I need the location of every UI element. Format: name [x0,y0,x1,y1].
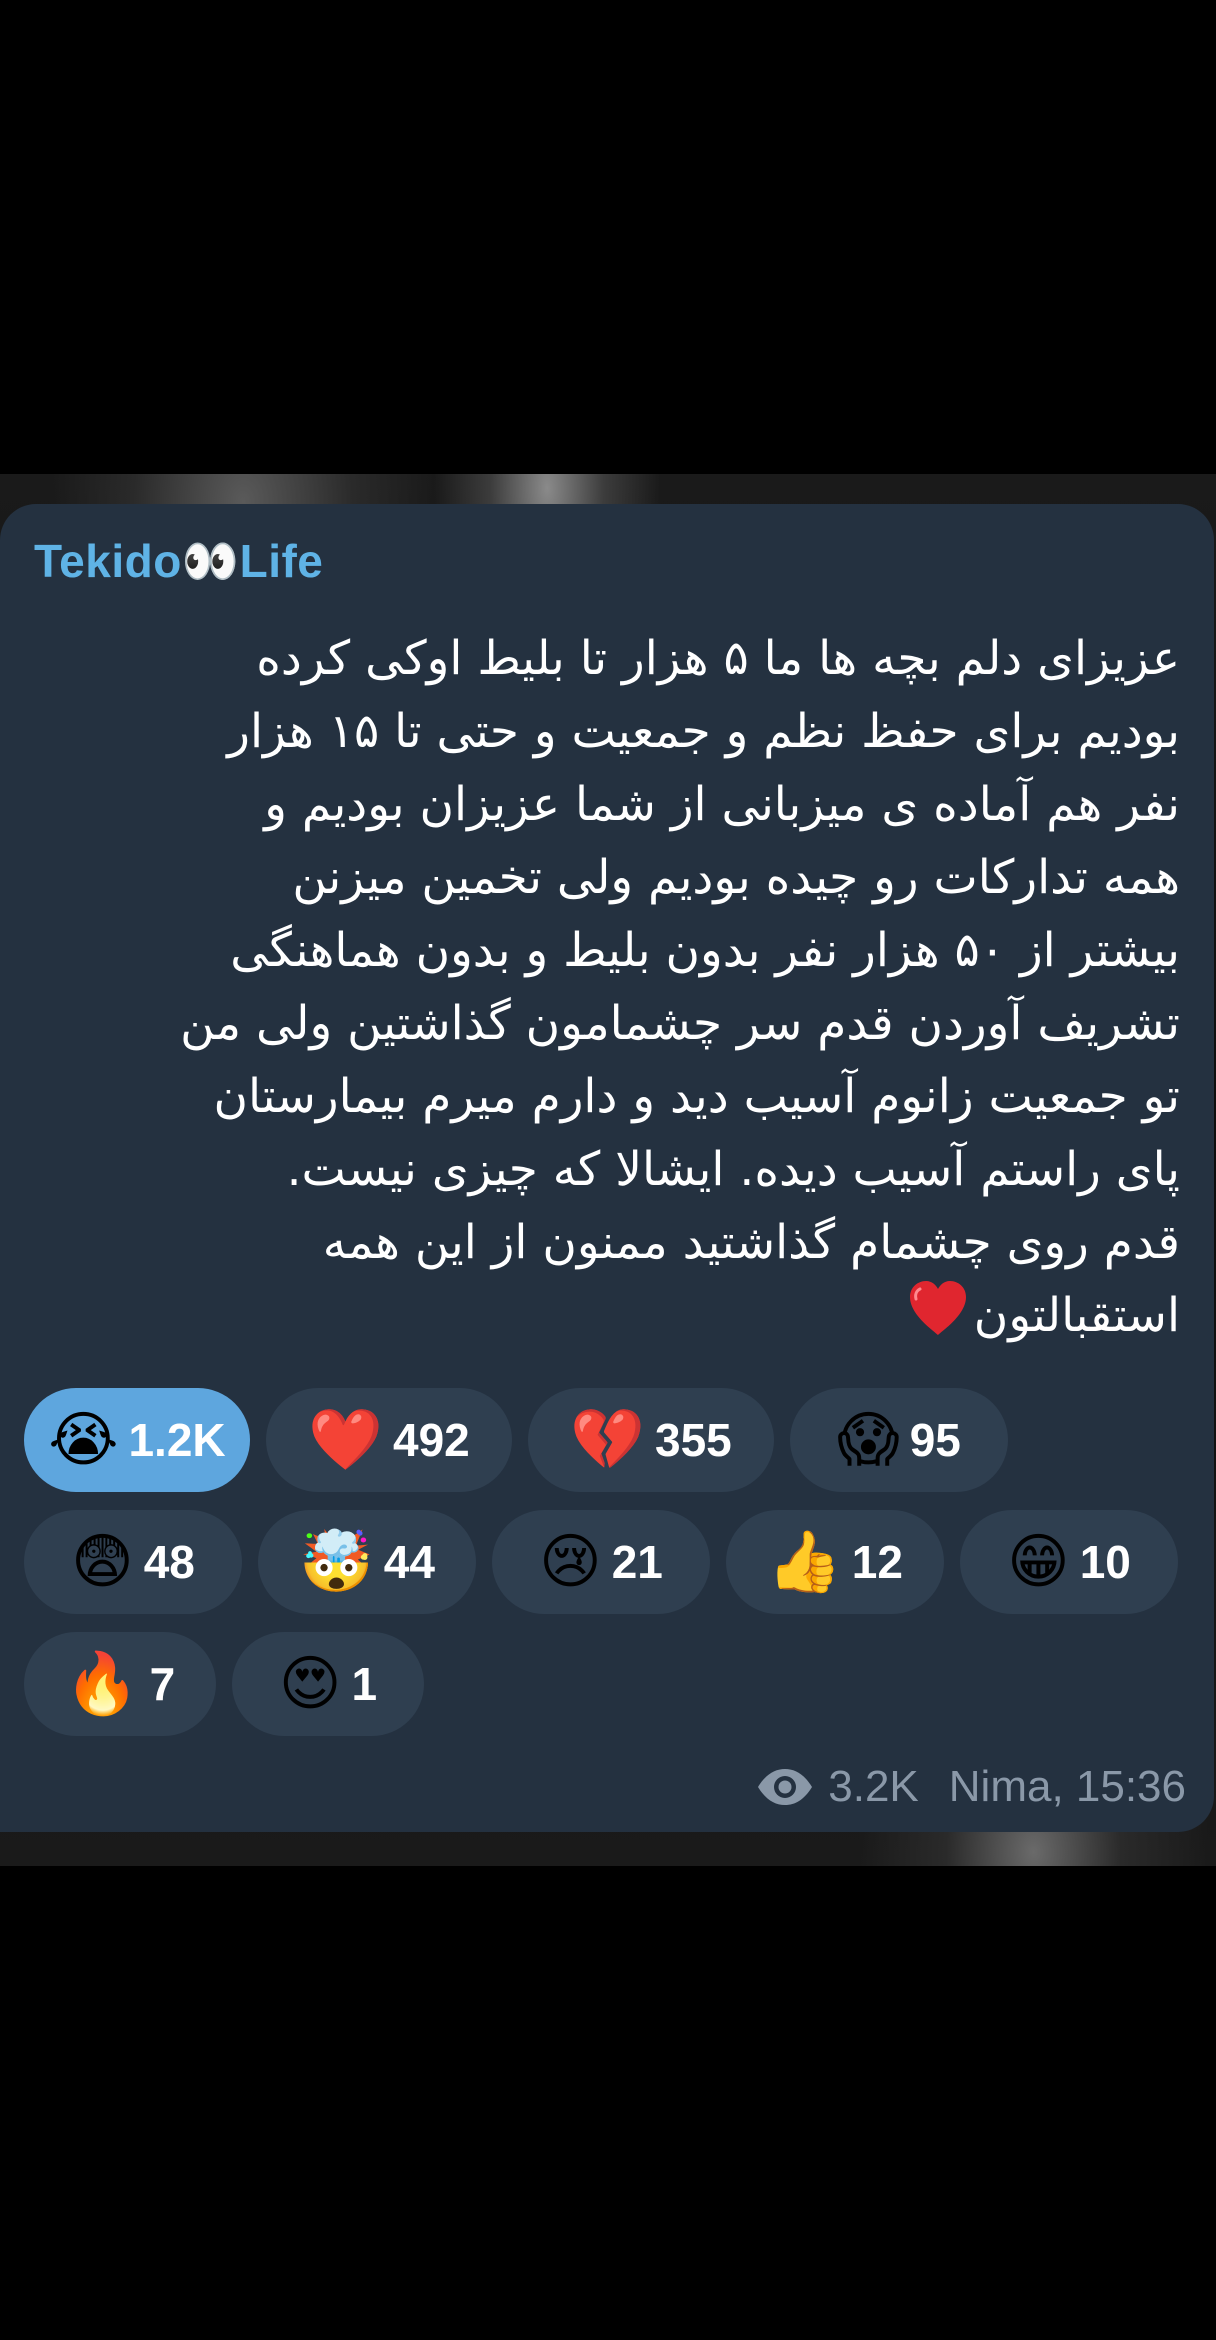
heart-eyes-icon: 😍 [278,1649,342,1719]
reaction-chip[interactable]: 👍 12 [726,1510,944,1614]
reaction-chip[interactable]: 🔥 7 [24,1632,216,1736]
view-count: 3.2K [828,1762,919,1811]
exploding-head-icon: 🤯 [299,1527,374,1597]
message-line: قدم روی چشمام گذاشتید ممنون از این همه [322,1215,1180,1270]
reaction-chip[interactable]: 😢 21 [492,1510,710,1614]
reactions-panel: 😭 1.2K ❤️ 492 💔 355 😱 95 😨 48 🤯 44 😢 21 [24,1388,1194,1754]
reaction-chip[interactable]: 😁 10 [960,1510,1178,1614]
red-heart-icon: ❤️ [308,1405,383,1475]
loudly-crying-face-icon: 😭 [48,1405,119,1475]
eye-icon [758,1769,813,1805]
message-last-line: استقبالتون [40,1279,1180,1352]
reaction-count: 48 [143,1536,195,1588]
message-line: استقبالتون [973,1288,1180,1343]
crying-face-icon: 😢 [539,1527,602,1597]
reaction-count: 1 [351,1658,378,1710]
message-line: عزیزای دلم بچه ها ما ۵ هزار تا بلیط اوکی… [256,631,1180,686]
screaming-face-icon: 😱 [837,1405,900,1475]
message-line: بیشتر از ۵۰ هزار نفر بدون بلیط و بدون هم… [230,923,1180,978]
reaction-chip[interactable]: 😭 1.2K [24,1388,250,1492]
message-line: همه تدارکات رو چیده بودیم ولی تخمین میزن… [292,850,1180,905]
reaction-count: 95 [909,1414,961,1466]
reaction-count: 7 [149,1658,176,1710]
reaction-chip[interactable]: 😱 95 [790,1388,1008,1492]
reaction-count: 21 [611,1536,663,1588]
reaction-chip[interactable]: ❤️ 492 [266,1388,512,1492]
reaction-chip[interactable]: 😍 1 [232,1632,424,1736]
reactions-row: 😭 1.2K ❤️ 492 💔 355 😱 95 [24,1388,1194,1492]
author-time: Nima, 15:36 [948,1762,1186,1811]
reaction-count: 10 [1079,1536,1131,1588]
fearful-face-icon: 😨 [71,1527,134,1597]
fire-icon: 🔥 [64,1649,140,1719]
message-line: تشریف آوردن قدم سر چشمامون گذاشتین ولی م… [180,996,1180,1051]
reactions-row: 🔥 7 😍 1 [24,1632,1194,1736]
channel-name[interactable]: Tekido👀Life [34,534,323,589]
message-line: تو جمعیت زانوم آسیب دید و دارم میرم بیما… [213,1069,1180,1124]
broken-heart-icon: 💔 [570,1405,645,1475]
reaction-chip[interactable]: 😨 48 [24,1510,242,1614]
reaction-count: 492 [392,1414,470,1466]
message-line: بودیم برای حفظ نظم و جمعیت و حتی تا ۱۵ ه… [227,704,1180,759]
message-text: عزیزای دلم بچه ها ما ۵ هزار تا بلیط اوکی… [40,622,1180,1352]
message-line: پای راستم آسیب دیده. ایشالا که چیزی نیست… [286,1142,1180,1197]
reaction-count: 1.2K [128,1414,226,1466]
reaction-count: 12 [851,1536,903,1588]
reaction-count: 44 [383,1536,435,1588]
reaction-chip[interactable]: 💔 355 [528,1388,774,1492]
message-line: نفر هم آماده ی میزبانی از شما عزیزان بود… [264,777,1180,832]
grinning-face-icon: 😁 [1007,1527,1070,1597]
heart-emoji-icon [909,1281,966,1335]
thumbs-up-icon: 👍 [767,1527,842,1597]
reaction-chip[interactable]: 🤯 44 [258,1510,476,1614]
reactions-row: 😨 48 🤯 44 😢 21 👍 12 😁 10 [24,1510,1194,1614]
reaction-count: 355 [654,1414,732,1466]
message-meta: 3.2K Nima, 15:36 [756,1762,1186,1812]
